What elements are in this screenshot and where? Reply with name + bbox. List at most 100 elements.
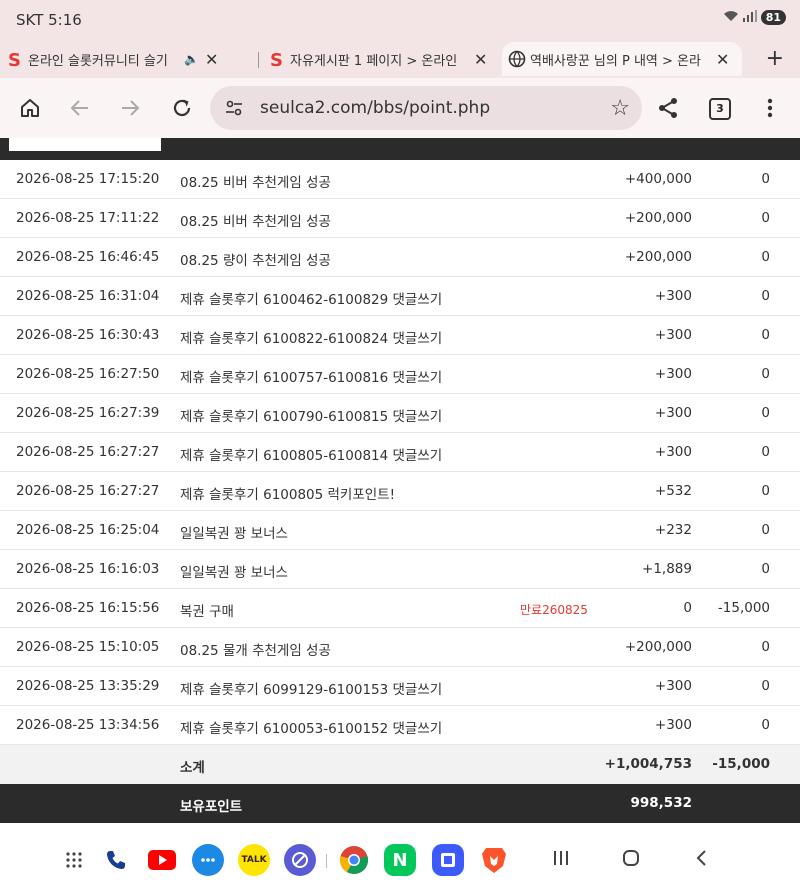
table-row: 2026-08-25 16:27:39 제휴 슬롯후기 6100790-61008… [0, 394, 800, 433]
row-used: 0 [761, 678, 770, 694]
samsung-notes-icon[interactable] [432, 844, 464, 876]
table-row: 2026-08-25 16:15:56 복권 구매 만료260825 0 -15,000 [0, 589, 800, 628]
new-tab-icon[interactable]: + [766, 46, 784, 71]
table-row: 2026-08-25 13:35:29 제휴 슬롯후기 6099129-61001… [0, 667, 800, 706]
row-date: 2026-08-25 16:30:43 [16, 327, 160, 343]
home-button-icon[interactable] [622, 848, 640, 872]
row-used: 0 [761, 249, 770, 265]
subtotal-used: -15,000 [712, 756, 770, 772]
row-points: +300 [654, 444, 692, 460]
chrome-icon[interactable] [338, 844, 370, 876]
table-header [0, 138, 800, 160]
row-used: 0 [761, 522, 770, 538]
table-row: 2026-08-25 16:27:27 제휴 슬롯후기 6100805 럭키포인트… [0, 472, 800, 511]
row-points: +200,000 [624, 249, 692, 265]
row-description: 제휴 슬롯후기 6100805 럭키포인트! [180, 487, 396, 503]
row-description: 08.25 량이 추천게임 성공 [180, 253, 331, 269]
home-icon[interactable] [16, 94, 44, 122]
tab-2[interactable]: S 자유게시판 1 페이지 > 온라인 ✕ [262, 42, 498, 76]
table-row: 2026-08-25 16:46:45 08.25 량이 추천게임 성공 +200,… [0, 238, 800, 277]
row-points: 0 [683, 600, 692, 616]
row-date: 2026-08-25 16:25:04 [16, 522, 160, 538]
brave-icon[interactable] [478, 844, 510, 876]
kakaotalk-icon[interactable]: TALK [238, 844, 270, 876]
row-used: 0 [761, 171, 770, 187]
bookmark-star-icon[interactable]: ☆ [610, 96, 630, 121]
row-description: 일일복권 꽝 보너스 [180, 526, 288, 542]
subtotal-points: +1,004,753 [604, 756, 692, 772]
recent-apps-icon[interactable] [552, 848, 570, 872]
tab-divider [258, 52, 259, 68]
android-nav-bar: TALK N [0, 828, 800, 888]
row-used: -15,000 [717, 600, 770, 616]
row-description: 08.25 비버 추천게임 성공 [180, 214, 331, 230]
naver-icon[interactable]: N [384, 844, 416, 876]
table-row: 2026-08-25 16:27:50 제휴 슬롯후기 6100757-61008… [0, 355, 800, 394]
site-settings-icon[interactable] [224, 98, 244, 118]
address-bar[interactable]: seulca2.com/bbs/point.php ☆ [210, 86, 642, 130]
table-row: 2026-08-25 16:31:04 제휴 슬롯후기 6100462-61008… [0, 277, 800, 316]
phone-icon[interactable] [100, 844, 132, 876]
speaker-icon[interactable]: 🔈 [184, 52, 199, 66]
globe-icon [508, 50, 526, 68]
battery-icon: 81 [760, 10, 786, 25]
apps-grid-icon[interactable] [58, 844, 90, 876]
row-used: 0 [761, 327, 770, 343]
row-date: 2026-08-25 16:27:27 [16, 444, 160, 460]
back-button-icon[interactable] [694, 848, 710, 872]
more-menu-icon[interactable] [756, 94, 784, 122]
table-row: 2026-08-25 15:10:05 08.25 물개 추천게임 성공 +200,… [0, 628, 800, 667]
row-points: +300 [654, 327, 692, 343]
total-row: 보유포인트 998,532 [0, 784, 800, 823]
row-used: 0 [761, 405, 770, 421]
row-date: 2026-08-25 16:16:03 [16, 561, 160, 577]
table-row: 2026-08-25 17:11:22 08.25 비버 추천게임 성공 +200,… [0, 199, 800, 238]
seulca-favicon-icon: S [6, 50, 24, 71]
table-row: 2026-08-25 13:34:56 제휴 슬롯후기 6100053-61001… [0, 706, 800, 745]
row-description: 제휴 슬롯후기 6099129-6100153 댓글쓰기 [180, 682, 443, 698]
reload-icon[interactable] [168, 94, 196, 122]
row-description: 제휴 슬롯후기 6100790-6100815 댓글쓰기 [180, 409, 443, 425]
wifi-icon [723, 10, 739, 25]
table-row: 2026-08-25 16:27:27 제휴 슬롯후기 6100805-61008… [0, 433, 800, 472]
row-used: 0 [761, 561, 770, 577]
close-tab-icon[interactable]: ✕ [716, 50, 729, 69]
row-description: 제휴 슬롯후기 6100757-6100816 댓글쓰기 [180, 370, 443, 386]
subtotal-label: 소계 [180, 760, 205, 776]
url-text[interactable]: seulca2.com/bbs/point.php [260, 98, 490, 118]
close-tab-icon[interactable]: ✕ [205, 50, 218, 69]
status-time: SKT 5:16 [16, 11, 82, 29]
tab-3-active[interactable]: 역배사랑꾼 님의 P 내역 > 온라 ✕ [502, 42, 742, 76]
header-cell [9, 138, 161, 151]
row-date: 2026-08-25 16:46:45 [16, 249, 160, 265]
forward-icon[interactable] [116, 94, 144, 122]
svg-text:S: S [270, 50, 283, 68]
tab-1[interactable]: S 온라인 슬롯커뮤니티 슬기 🔈 ✕ [0, 42, 256, 76]
close-tab-icon[interactable]: ✕ [474, 50, 487, 69]
row-description: 제휴 슬롯후기 6100462-6100829 댓글쓰기 [180, 292, 443, 308]
seulca-favicon-icon: S [268, 50, 286, 71]
status-bar: SKT 5:16 81 [0, 0, 800, 40]
row-used: 0 [761, 366, 770, 382]
row-points: +300 [654, 717, 692, 733]
tab-title: 자유게시판 1 페이지 > 온라인 [290, 53, 458, 69]
youtube-icon[interactable] [146, 844, 178, 876]
row-date: 2026-08-25 16:31:04 [16, 288, 160, 304]
row-date: 2026-08-25 17:15:20 [16, 171, 160, 187]
internet-browser-icon[interactable] [284, 844, 316, 876]
nav-divider [326, 854, 327, 868]
row-description: 제휴 슬롯후기 6100805-6100814 댓글쓰기 [180, 448, 443, 464]
messages-icon[interactable] [192, 844, 224, 876]
share-icon[interactable] [654, 94, 682, 122]
row-date: 2026-08-25 15:10:05 [16, 639, 160, 655]
total-label: 보유포인트 [180, 799, 243, 815]
back-icon[interactable] [66, 94, 94, 122]
table-row: 2026-08-25 16:16:03 일일복권 꽝 보너스 +1,889 0 [0, 550, 800, 589]
row-description: 08.25 물개 추천게임 성공 [180, 643, 331, 659]
tab-switcher-button[interactable]: 3 [709, 98, 731, 120]
table-row: 2026-08-25 17:15:20 08.25 비버 추천게임 성공 +400,… [0, 160, 800, 199]
tab-title: 역배사랑꾼 님의 P 내역 > 온라 [530, 53, 701, 69]
row-used: 0 [761, 639, 770, 655]
row-used: 0 [761, 444, 770, 460]
row-description: 제휴 슬롯후기 6100822-6100824 댓글쓰기 [180, 331, 443, 347]
